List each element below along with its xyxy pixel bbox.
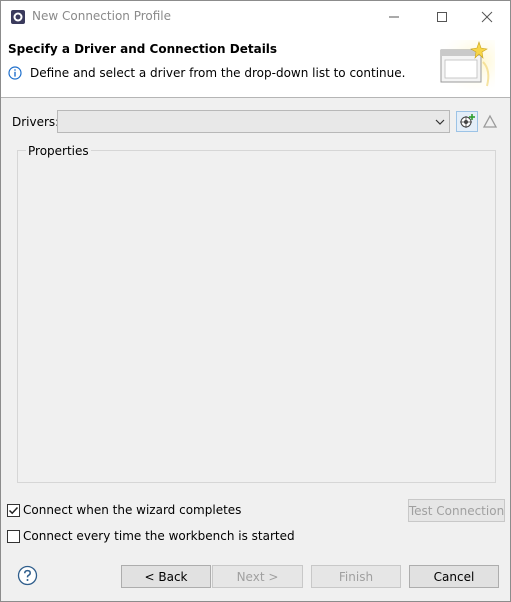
chevron-down-icon (435, 119, 445, 125)
properties-label: Properties (26, 144, 91, 158)
edit-driver-button[interactable] (481, 111, 499, 132)
connect-on-complete-label: Connect when the wizard completes (23, 503, 242, 517)
close-button[interactable] (464, 1, 510, 32)
maximize-button[interactable] (419, 1, 465, 32)
next-button[interactable]: Next > (212, 565, 303, 588)
close-icon (481, 11, 493, 22)
test-connection-button[interactable]: Test Connection (408, 499, 505, 522)
minimize-icon (389, 16, 399, 17)
drivers-dropdown[interactable] (57, 110, 450, 133)
cancel-button[interactable]: Cancel (409, 565, 499, 588)
delta-icon (482, 114, 498, 128)
wizard-banner-image (435, 40, 495, 92)
window-title: New Connection Profile (32, 9, 172, 23)
drivers-label: Drivers: (12, 115, 60, 129)
connect-on-startup-label: Connect every time the workbench is star… (23, 529, 295, 543)
connect-on-complete-option[interactable]: Connect when the wizard completes (7, 502, 241, 518)
page-title: Specify a Driver and Connection Details (8, 42, 278, 56)
connect-on-startup-option[interactable]: Connect every time the workbench is star… (7, 528, 295, 544)
properties-group (17, 150, 496, 483)
maximize-icon (437, 11, 447, 22)
new-driver-button[interactable] (456, 111, 478, 132)
wizard-banner: Specify a Driver and Connection Details … (1, 32, 510, 98)
finish-button[interactable]: Finish (311, 565, 401, 588)
back-button[interactable]: < Back (121, 565, 211, 588)
checkmark-icon (8, 506, 19, 514)
connect-on-startup-checkbox[interactable] (7, 529, 20, 543)
eclipse-app-icon (11, 10, 25, 24)
banner-message: Define and select a driver from the drop… (30, 66, 406, 80)
new-driver-icon (460, 114, 475, 128)
info-icon (8, 66, 22, 80)
connect-on-complete-checkbox[interactable] (7, 503, 20, 517)
title-bar: New Connection Profile (1, 1, 510, 32)
minimize-button[interactable] (371, 1, 417, 32)
help-icon[interactable] (17, 565, 38, 586)
new-connection-profile-dialog: New Connection Profile Specify a Driver … (0, 0, 511, 602)
